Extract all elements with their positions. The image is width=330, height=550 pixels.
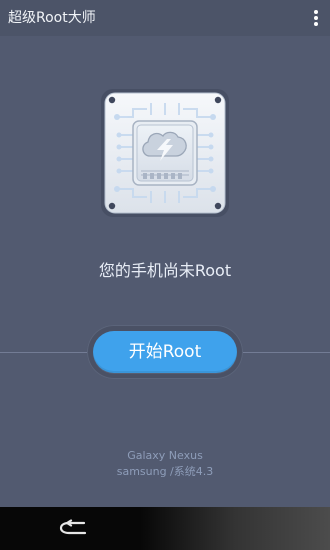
overflow-menu-button[interactable] xyxy=(302,0,330,36)
back-arrow-icon xyxy=(59,519,87,535)
root-status-text: 您的手机尚未Root xyxy=(98,261,232,280)
start-root-button[interactable]: 开始Root xyxy=(93,331,237,373)
app-screen: 超级Root大师 您的手机尚未Root 开始Root Galaxy Nexus … xyxy=(0,0,330,550)
root-chip-illustration xyxy=(99,87,231,219)
more-vert-icon xyxy=(314,10,318,26)
chip-cloud-icon xyxy=(101,89,229,217)
system-navigation-bar xyxy=(0,507,330,550)
device-model: Galaxy Nexus xyxy=(127,449,203,462)
top-app-bar: 超级Root大师 xyxy=(0,0,330,36)
watermark-overlay xyxy=(140,507,330,550)
app-title: 超级Root大师 xyxy=(8,10,96,26)
device-info: Galaxy Nexus samsung /系统4.3 xyxy=(0,448,330,480)
back-button[interactable] xyxy=(56,518,92,538)
device-vendor-os: samsung /系统4.3 xyxy=(116,465,214,478)
